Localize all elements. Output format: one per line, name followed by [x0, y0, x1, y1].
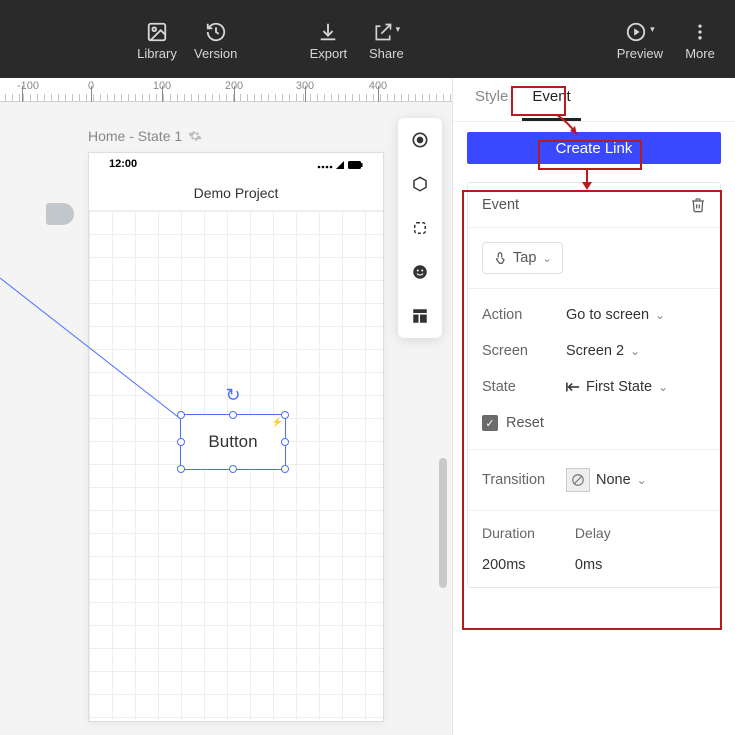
share-icon	[373, 18, 401, 46]
reset-label: Reset	[506, 415, 544, 431]
resize-handle[interactable]	[177, 438, 185, 446]
breadcrumb[interactable]: Home - State 1	[88, 128, 202, 144]
resize-handle[interactable]	[229, 465, 237, 473]
transition-dropdown[interactable]: None	[596, 472, 647, 488]
action-dropdown[interactable]: Go to screen	[566, 307, 665, 323]
canvas-button-element[interactable]: ↻ ⚡ Button	[180, 414, 286, 470]
device-title: Demo Project	[89, 175, 383, 211]
image-icon	[146, 18, 168, 46]
screen-dropdown[interactable]: Screen 2	[566, 343, 640, 359]
share-label: Share	[369, 46, 404, 61]
gear-icon[interactable]	[188, 129, 202, 143]
export-label: Export	[310, 46, 348, 61]
link-indicator-icon: ⚡	[272, 417, 283, 428]
delay-value[interactable]: 0ms	[575, 557, 611, 573]
history-icon	[205, 18, 227, 46]
status-time: 12:00	[109, 158, 137, 170]
share-button[interactable]: Share	[357, 18, 415, 61]
panel-tabs: Style Event	[453, 78, 735, 122]
event-heading: Event	[482, 197, 519, 213]
transition-label: Transition	[482, 472, 566, 488]
inspector-panel: Style Event Create Link Event Tap ⌄	[452, 78, 735, 735]
export-button[interactable]: Export	[299, 18, 357, 61]
resize-handle[interactable]	[281, 411, 289, 419]
canvas-area[interactable]: -100 0 100 200 300 400 Home - State 1 12…	[0, 78, 452, 735]
library-label: Library	[137, 46, 177, 61]
cube-icon[interactable]	[408, 172, 432, 196]
duration-value[interactable]: 200ms	[482, 557, 535, 573]
create-link-button[interactable]: Create Link	[467, 132, 721, 164]
layout-icon[interactable]	[408, 304, 432, 328]
ruler-tick-n100: -100	[17, 80, 39, 92]
delay-label: Delay	[575, 525, 611, 541]
status-bar: 12:00	[89, 153, 383, 175]
preview-button[interactable]: Preview	[609, 18, 671, 61]
reset-checkbox[interactable]: ✓	[482, 415, 498, 431]
smile-icon[interactable]	[408, 260, 432, 284]
target-icon[interactable]	[408, 128, 432, 152]
event-trigger-label: Tap	[513, 250, 536, 266]
canvas-button-label: Button	[208, 432, 257, 452]
download-icon	[317, 18, 339, 46]
event-trigger-dropdown[interactable]: Tap ⌄	[482, 242, 563, 274]
event-card: Event Tap ⌄ Action Go to screen	[467, 182, 721, 588]
resize-handle[interactable]	[281, 465, 289, 473]
version-button[interactable]: Version	[186, 18, 245, 61]
more-button[interactable]: More	[671, 18, 729, 61]
resize-handle[interactable]	[229, 411, 237, 419]
screen-label: Screen	[482, 343, 566, 359]
preview-label: Preview	[617, 46, 663, 61]
resize-handle[interactable]	[281, 438, 289, 446]
ruler: -100 0 100 200 300 400	[0, 78, 452, 102]
tab-event[interactable]: Event	[522, 78, 580, 121]
delete-event-button[interactable]	[690, 197, 706, 213]
floating-tool-tray	[398, 118, 442, 338]
top-toolbar: Library Version Export Share	[0, 0, 735, 78]
sync-icon[interactable]	[408, 216, 432, 240]
tap-icon	[493, 250, 507, 266]
action-label: Action	[482, 307, 566, 323]
more-label: More	[685, 46, 715, 61]
resize-handle[interactable]	[177, 465, 185, 473]
canvas-scrollbar[interactable]	[439, 458, 447, 588]
first-state-icon	[566, 381, 580, 393]
library-button[interactable]: Library	[128, 18, 186, 61]
rotate-handle-icon[interactable]: ↻	[225, 385, 240, 406]
tab-style[interactable]: Style	[465, 78, 518, 121]
more-icon	[690, 18, 710, 46]
breadcrumb-label: Home - State 1	[88, 128, 182, 144]
status-indicators	[317, 158, 363, 170]
no-transition-icon	[566, 468, 590, 492]
state-dropdown[interactable]: First State	[566, 379, 668, 395]
state-label: State	[482, 379, 566, 395]
create-link-label: Create Link	[556, 140, 633, 157]
resize-handle[interactable]	[177, 411, 185, 419]
version-label: Version	[194, 46, 237, 61]
chevron-down-icon: ⌄	[542, 252, 551, 265]
duration-label: Duration	[482, 525, 535, 541]
play-icon	[625, 18, 655, 46]
page-marker-icon[interactable]	[46, 203, 74, 225]
